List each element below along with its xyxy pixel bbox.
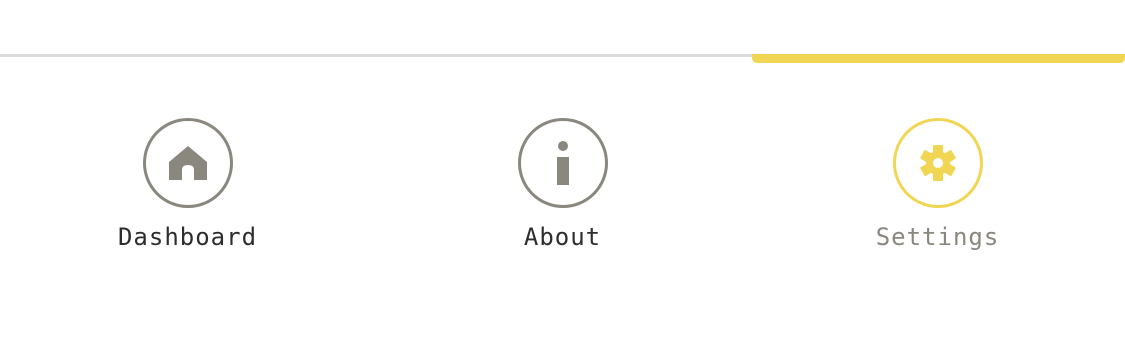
tab-dashboard[interactable]: Dashboard <box>0 118 375 268</box>
tab-label-settings: Settings <box>875 223 1000 251</box>
tab-about[interactable]: About <box>375 118 750 268</box>
info-icon <box>517 118 608 208</box>
home-icon <box>142 118 233 208</box>
bottom-tab-bar: Dashboard About Settings <box>0 0 1125 347</box>
active-tab-indicator <box>752 54 1125 63</box>
tab-label-dashboard: Dashboard <box>117 223 258 251</box>
gear-icon <box>892 118 983 208</box>
tab-label-about: About <box>523 223 602 251</box>
tab-settings[interactable]: Settings <box>750 118 1125 268</box>
